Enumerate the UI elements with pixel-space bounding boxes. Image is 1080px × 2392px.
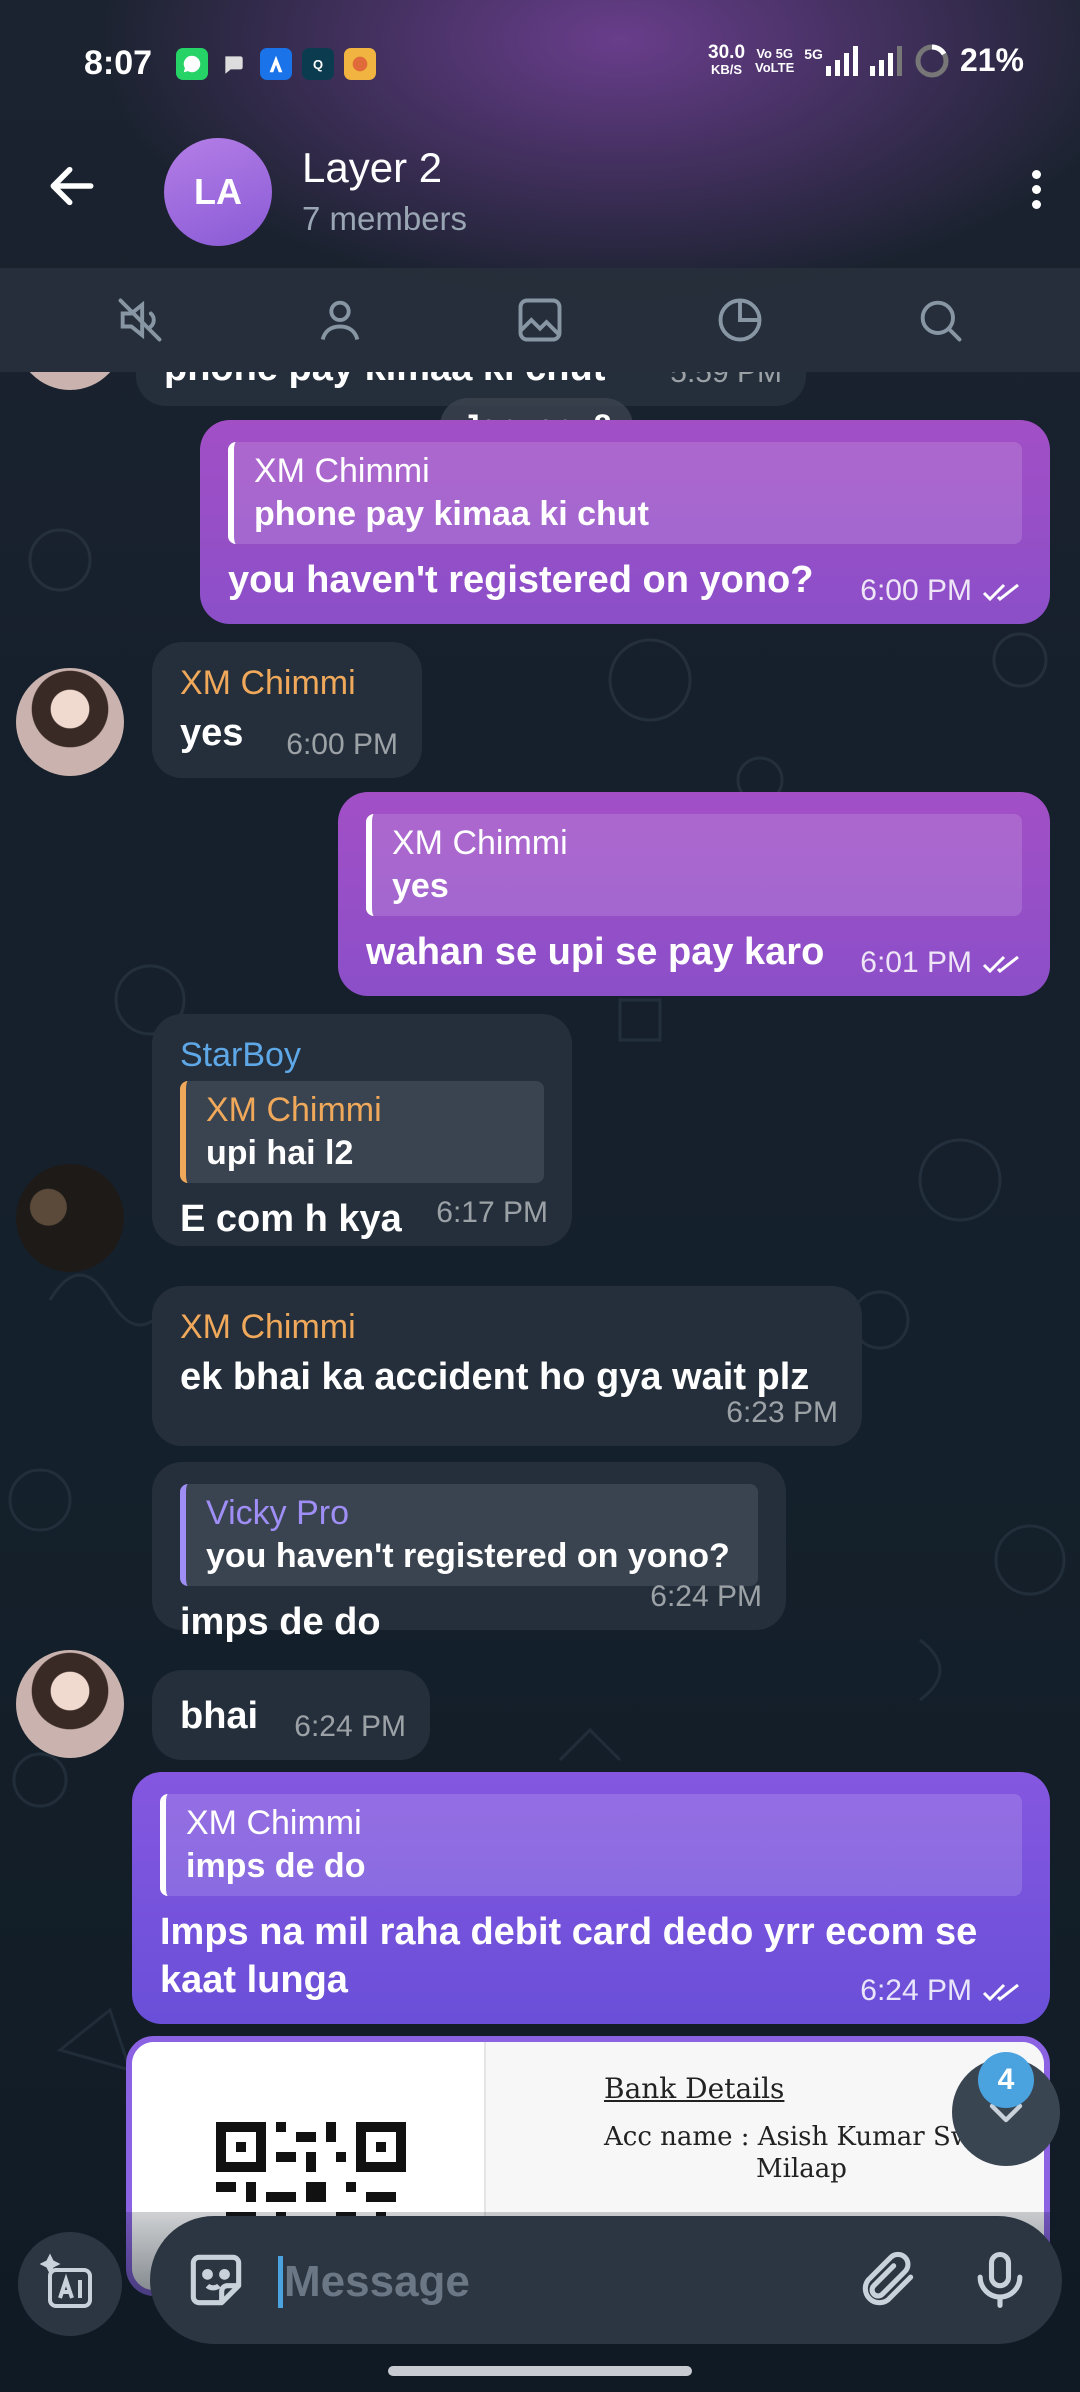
message-bubble-outgoing[interactable]: XM Chimmi yes wahan se upi se pay karo 6… xyxy=(338,792,1050,996)
message-time: 6:23 PM xyxy=(726,1396,838,1429)
volte-bottom: VoLTE xyxy=(755,59,795,75)
net-speed: 30.0 KB/S xyxy=(708,41,746,78)
bank-acc-name-cont: Milaap xyxy=(756,2154,847,2184)
network-type: 5G xyxy=(804,45,823,62)
status-time: 8:07 xyxy=(84,44,153,82)
reply-quote[interactable]: Vicky Pro you haven't registered on yono… xyxy=(180,1484,758,1586)
chat-header: LA Layer 2 7 members xyxy=(0,130,1080,250)
group-avatar[interactable]: LA xyxy=(164,138,272,246)
quote-text: phone pay kimaa ki chut xyxy=(254,495,649,533)
status-right: 30.0 KB/S Vo 5G VoLTE 5G 21% xyxy=(708,42,1024,79)
quote-sender: XM Chimmi xyxy=(254,452,430,490)
net-speed-unit: KB/S xyxy=(710,61,743,77)
quote-text: yes xyxy=(392,867,449,905)
message-box xyxy=(150,2216,1062,2344)
message-bubble-outgoing[interactable]: XM Chimmi phone pay kimaa ki chut you ha… xyxy=(200,420,1050,624)
reply-quote[interactable]: XM Chimmi imps de do xyxy=(160,1794,1022,1896)
sender-avatar[interactable] xyxy=(16,668,124,776)
bank-acc-name: Acc name : Asish Kumar Swa xyxy=(604,2122,989,2152)
paperclip-icon xyxy=(862,2251,914,2306)
profile-icon[interactable] xyxy=(312,292,368,348)
search-icon[interactable] xyxy=(912,292,968,348)
message-meta: 6:24 PM xyxy=(860,1974,1026,2008)
message-time: 6:24 PM xyxy=(860,1974,972,2007)
microphone-icon xyxy=(977,2251,1023,2309)
bank-details-title: Bank Details xyxy=(604,2072,785,2105)
signal-icon xyxy=(869,45,902,76)
attach-button[interactable] xyxy=(854,2246,922,2314)
message-bubble-incoming[interactable]: XM Chimmi ek bhai ka accident ho gya wai… xyxy=(152,1286,862,1446)
message-bubble-outgoing[interactable]: XM Chimmi imps de do Imps na mil raha de… xyxy=(132,1772,1050,2024)
battery-percent: 21% xyxy=(959,42,1024,78)
quote-text: imps de do xyxy=(186,1847,366,1885)
unread-badge: 4 xyxy=(978,2052,1034,2108)
sticker-icon xyxy=(190,2254,242,2306)
group-title[interactable]: Layer 2 xyxy=(302,144,442,192)
cartoon-app-icon xyxy=(344,48,376,80)
message-bubble-incoming[interactable]: Vicky Pro you haven't registered on yono… xyxy=(152,1462,786,1643)
composer xyxy=(0,2212,1080,2392)
reply-quote[interactable]: XM Chimmi upi hai l2 xyxy=(180,1081,544,1183)
signal-5g-icon: 5G xyxy=(804,45,860,76)
sender-avatar[interactable] xyxy=(16,1164,124,1272)
message-time: 6:01 PM xyxy=(860,946,972,979)
message-bubble-incoming[interactable]: XM Chimmi yes 6:00 PM xyxy=(152,642,422,778)
message-time: 5:59 PM xyxy=(670,372,782,389)
stats-icon[interactable] xyxy=(712,292,768,348)
quote-text: you haven't registered on yono? xyxy=(206,1537,730,1575)
home-indicator[interactable] xyxy=(388,2366,692,2376)
notification-icons: Q xyxy=(176,48,376,80)
quote-sender: Vicky Pro xyxy=(206,1494,349,1532)
message-meta: 6:00 PM xyxy=(860,574,1026,608)
message-text: ek bhai ka accident ho gya wait plz xyxy=(180,1356,810,1398)
volte-top: Vo 5G xyxy=(756,45,793,61)
arrow-app-icon xyxy=(260,48,292,80)
quote-sender: XM Chimmi xyxy=(392,824,568,862)
message-time: 6:17 PM xyxy=(436,1196,548,1229)
ai-button[interactable] xyxy=(18,2232,122,2336)
back-button[interactable] xyxy=(44,158,100,214)
message-bubble-incoming[interactable]: bhai 6:24 PM xyxy=(152,1670,430,1760)
quote-text: upi hai l2 xyxy=(206,1134,354,1172)
net-speed-value: 30.0 xyxy=(708,41,746,63)
message-time: 6:24 PM xyxy=(294,1710,406,1743)
sender-avatar[interactable] xyxy=(16,372,124,390)
read-ticks-icon xyxy=(982,1983,1019,2002)
more-menu-button[interactable] xyxy=(1024,166,1048,216)
media-icon[interactable] xyxy=(512,292,568,348)
member-count: 7 members xyxy=(302,200,468,237)
read-ticks-icon xyxy=(982,583,1019,602)
sender-avatar[interactable] xyxy=(16,1650,124,1758)
sticker-emoji-button[interactable] xyxy=(182,2246,250,2314)
message-time: 6:24 PM xyxy=(650,1580,762,1613)
message-bubble-incoming[interactable]: StarBoy XM Chimmi upi hai l2 E com h kya… xyxy=(152,1014,572,1246)
quote-sender: XM Chimmi xyxy=(186,1804,362,1842)
message-input[interactable] xyxy=(284,2252,824,2312)
ai-sparkle-icon xyxy=(39,2253,92,2308)
whatsapp-icon xyxy=(176,48,208,80)
quote-sender: XM Chimmi xyxy=(206,1091,382,1129)
message-meta: 6:01 PM xyxy=(860,946,1026,980)
voice-record-button[interactable] xyxy=(966,2246,1034,2314)
reply-quote[interactable]: XM Chimmi yes xyxy=(366,814,1022,916)
battery-icon xyxy=(915,44,949,77)
mute-icon[interactable] xyxy=(112,292,168,348)
text-cursor xyxy=(278,2256,283,2308)
sender-name[interactable]: StarBoy xyxy=(180,1036,544,1075)
back-arrow-icon xyxy=(50,166,94,206)
chat-toolbar xyxy=(0,268,1080,372)
reply-quote[interactable]: XM Chimmi phone pay kimaa ki chut xyxy=(228,442,1022,544)
sender-name[interactable]: XM Chimmi xyxy=(180,1308,834,1347)
read-ticks-icon xyxy=(982,955,1019,974)
message-time: 6:00 PM xyxy=(286,728,398,761)
volte-indicator: Vo 5G VoLTE xyxy=(755,45,795,75)
sender-name[interactable]: XM Chimmi xyxy=(180,664,394,703)
chat-icon xyxy=(218,48,250,80)
qubo-icon: Q xyxy=(302,48,334,80)
message-list[interactable]: phone pay kimaa ki chut 5:59 PM January … xyxy=(0,372,1080,2212)
status-bar: 8:07 Q 30.0 KB/S Vo 5G VoLTE 5G 21% xyxy=(0,0,1080,130)
message-time: 6:00 PM xyxy=(860,574,972,607)
